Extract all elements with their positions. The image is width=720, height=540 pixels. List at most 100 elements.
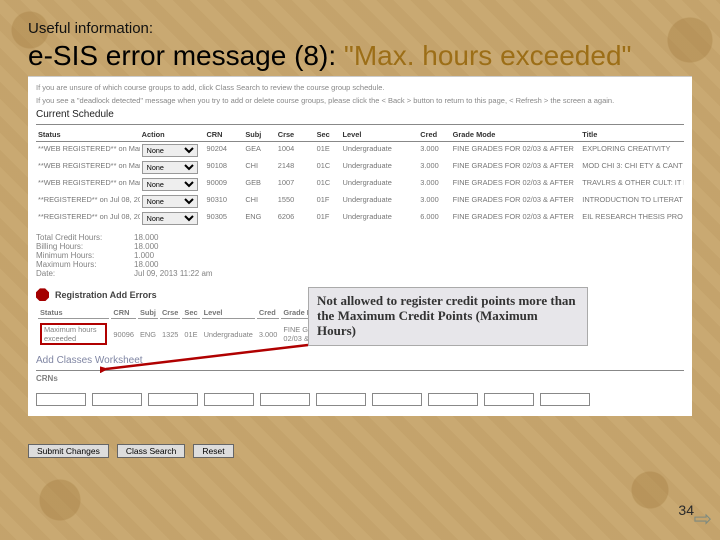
cell-level: Undergraduate xyxy=(341,159,419,176)
intro-label: Useful information: xyxy=(28,20,692,37)
cell-subj: ENG xyxy=(243,210,275,227)
date-label: Date: xyxy=(36,269,126,278)
crn-input[interactable] xyxy=(484,393,534,406)
cell-title: TRAVLRS & OTHER CULT: IT HIS xyxy=(580,176,684,193)
th-cred: Cred xyxy=(418,128,450,142)
title-prefix: e-SIS error message (8): xyxy=(28,40,344,71)
cell-subj: CHI xyxy=(243,159,275,176)
action-select[interactable]: None xyxy=(142,195,198,208)
crns-label: CRNs xyxy=(36,374,684,383)
cell-title: INTRODUCTION TO LITERAT xyxy=(580,193,684,210)
cell-grade: FINE GRADES FOR 02/03 & AFTER xyxy=(451,159,581,176)
crn-input[interactable] xyxy=(260,393,310,406)
cell-cred: 6.000 xyxy=(418,210,450,227)
eth-crse: Crse xyxy=(160,307,180,319)
cell-cred: 3.000 xyxy=(418,193,450,210)
crn-input[interactable] xyxy=(372,393,422,406)
max-value: 18.000 xyxy=(134,260,158,269)
totals-block: Total Credit Hours: 18.000 Billing Hours:… xyxy=(36,233,684,278)
min-label: Minimum Hours: xyxy=(36,251,126,260)
cell-title: EIL RESEARCH THESIS PRO xyxy=(580,210,684,227)
slide-title: e-SIS error message (8): "Max. hours exc… xyxy=(28,41,692,70)
th-crse: Crse xyxy=(276,128,315,142)
cell-sec: 01F xyxy=(315,210,341,227)
err-subj: ENG xyxy=(138,321,158,347)
reg-errors-title: Registration Add Errors xyxy=(55,290,157,300)
crn-input[interactable] xyxy=(428,393,478,406)
cell-status: **WEB REGISTERED** on Mar 25, 2013 xyxy=(36,142,140,160)
crn-input[interactable] xyxy=(92,393,142,406)
cell-crn: 90108 xyxy=(204,159,243,176)
reset-button[interactable]: Reset xyxy=(193,444,233,458)
cell-grade: FINE GRADES FOR 02/03 & AFTER xyxy=(451,142,581,160)
note-2: If you see a "deadlock detected" message… xyxy=(36,96,684,105)
max-label: Maximum Hours: xyxy=(36,260,126,269)
table-header-row: Status Action CRN Subj Crse Sec Level Cr… xyxy=(36,128,684,142)
cell-sec: 01E xyxy=(315,142,341,160)
billing-value: 18.000 xyxy=(134,242,158,251)
table-row: **REGISTERED** on Jul 08, 2013None90305E… xyxy=(36,210,684,227)
eth-subj: Subj xyxy=(138,307,158,319)
cell-crse: 1004 xyxy=(276,142,315,160)
cell-level: Undergraduate xyxy=(341,193,419,210)
cell-grade: FINE GRADES FOR 02/03 & AFTER xyxy=(451,176,581,193)
action-select[interactable]: None xyxy=(142,212,198,225)
cell-subj: GEB xyxy=(243,176,275,193)
err-crn: 90096 xyxy=(111,321,136,347)
min-value: 1.000 xyxy=(134,251,154,260)
billing-label: Billing Hours: xyxy=(36,242,126,251)
class-search-button[interactable]: Class Search xyxy=(117,444,186,458)
schedule-table: Status Action CRN Subj Crse Sec Level Cr… xyxy=(36,128,684,227)
cell-crse: 6206 xyxy=(276,210,315,227)
th-grade: Grade Mode xyxy=(451,128,581,142)
eth-sec: Sec xyxy=(182,307,199,319)
eth-cred: Cred xyxy=(257,307,280,319)
explanation-callout: Not allowed to register credit points mo… xyxy=(308,287,588,346)
table-row: **REGISTERED** on Jul 08, 2013None90310C… xyxy=(36,193,684,210)
error-status-highlight: Maximum hours exceeded xyxy=(40,323,107,345)
cell-sec: 01C xyxy=(315,176,341,193)
action-select[interactable]: None xyxy=(142,178,198,191)
cell-level: Undergraduate xyxy=(341,142,419,160)
cell-title: EXPLORING CREATIVITY xyxy=(580,142,684,160)
table-row: **WEB REGISTERED** on Mar 25, 2013None 90… xyxy=(36,142,684,160)
page-number: 34 xyxy=(678,502,694,518)
cell-sec: 01F xyxy=(315,193,341,210)
cell-crn: 90204 xyxy=(204,142,243,160)
cell-title: MOD CHI 3: CHI ETY & CANT xyxy=(580,159,684,176)
cell-status: **REGISTERED** on Jul 08, 2013 xyxy=(36,193,140,210)
cell-grade: FINE GRADES FOR 02/03 & AFTER xyxy=(451,193,581,210)
cell-cred: 3.000 xyxy=(418,142,450,160)
cell-grade: FINE GRADES FOR 02/03 & AFTER xyxy=(451,210,581,227)
cell-crn: 90009 xyxy=(204,176,243,193)
th-action: Action xyxy=(140,128,205,142)
cell-cred: 3.000 xyxy=(418,159,450,176)
cell-status: **REGISTERED** on Jul 08, 2013 xyxy=(36,210,140,227)
cell-crse: 1007 xyxy=(276,176,315,193)
crn-input[interactable] xyxy=(540,393,590,406)
crn-input[interactable] xyxy=(204,393,254,406)
next-arrow-icon[interactable]: ⇨ xyxy=(694,506,712,532)
eth-status: Status xyxy=(38,307,109,319)
crn-input[interactable] xyxy=(148,393,198,406)
crn-input[interactable] xyxy=(36,393,86,406)
divider-2 xyxy=(36,370,684,371)
crn-input[interactable] xyxy=(316,393,366,406)
submit-changes-button[interactable]: Submit Changes xyxy=(28,444,109,458)
stop-icon xyxy=(36,288,49,301)
cell-crn: 90310 xyxy=(204,193,243,210)
th-subj: Subj xyxy=(243,128,275,142)
table-row: **WEB REGISTERED** on Mar 25, 2013None90… xyxy=(36,176,684,193)
action-select[interactable]: None xyxy=(142,144,198,157)
action-select[interactable]: None xyxy=(142,161,198,174)
cell-crse: 2148 xyxy=(276,159,315,176)
cell-subj: GEA xyxy=(243,142,275,160)
err-crse: 1325 xyxy=(160,321,180,347)
note-1: If you are unsure of which course groups… xyxy=(36,83,684,92)
date-value: Jul 09, 2013 11:22 am xyxy=(134,269,213,278)
th-crn: CRN xyxy=(204,128,243,142)
total-credit-label: Total Credit Hours: xyxy=(36,233,126,242)
err-sec: 01E xyxy=(182,321,199,347)
title-quoted: "Max. hours exceeded" xyxy=(344,40,632,71)
th-level: Level xyxy=(341,128,419,142)
